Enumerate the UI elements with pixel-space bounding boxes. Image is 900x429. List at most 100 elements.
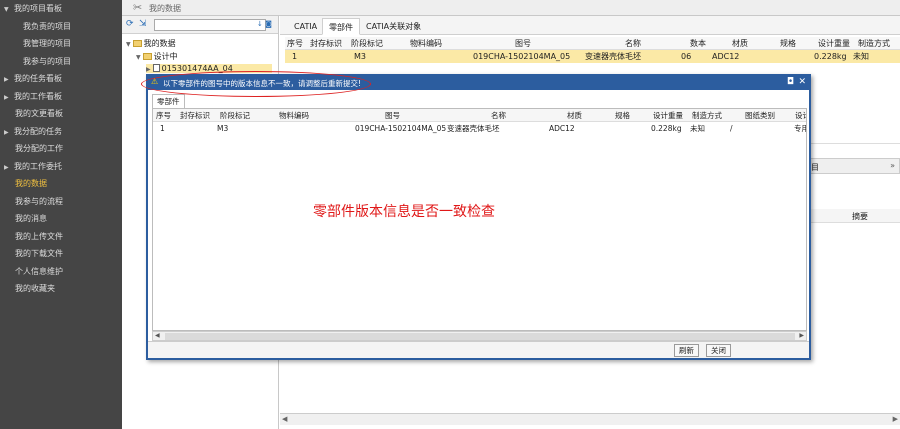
- sidebar-item-label: 我的消息: [15, 214, 47, 223]
- detail-column-header: 摘要: [808, 209, 900, 223]
- sidebar-item-label: 我的数据: [15, 179, 47, 188]
- sidebar-item-label: 我的工作委托: [14, 161, 62, 171]
- column-header[interactable]: 封存标识: [310, 37, 342, 50]
- column-header[interactable]: 材质: [567, 109, 582, 122]
- column-header[interactable]: 图号: [385, 109, 400, 122]
- scroll-right-icon[interactable]: ▶: [799, 332, 804, 339]
- sidebar-item-label: 我的收藏夹: [15, 284, 55, 293]
- page-title: 我的数据: [149, 4, 181, 13]
- sidebar-item[interactable]: 我的下载文件: [0, 245, 122, 263]
- column-header[interactable]: 序号: [287, 37, 303, 50]
- sidebar-item[interactable]: ▶ 我的工作委托: [0, 158, 122, 176]
- main-tabs: CATIA 零部件 CATIA关联对象: [280, 16, 900, 35]
- table-header: 序号 封存标识 阶段标记 物料编码 图号 名称 数本 材质 规格 设计重量 制造…: [285, 37, 900, 50]
- sidebar-item-label: 我的工作看板: [14, 91, 62, 101]
- chevron-double-down-icon[interactable]: »: [890, 161, 895, 170]
- tree-toggle-icon[interactable]: ▼: [136, 54, 141, 61]
- scrollbar-thumb[interactable]: [165, 333, 795, 340]
- column-header[interactable]: 名称: [491, 109, 506, 122]
- maximize-icon[interactable]: ◘: [787, 77, 794, 87]
- sidebar-item[interactable]: ▶ 我的工作看板: [0, 88, 122, 106]
- detail-panel-header[interactable]: 目 »: [808, 158, 900, 174]
- search-buttons[interactable]: ↓ ◙: [257, 20, 272, 28]
- chevron-right-icon[interactable]: ▶: [4, 71, 14, 88]
- column-header[interactable]: 设计: [795, 109, 806, 122]
- scroll-right-icon[interactable]: ▶: [893, 415, 898, 423]
- top-bar: ✂ 我的数据: [122, 0, 900, 16]
- tab-parts[interactable]: 零部件: [322, 18, 360, 35]
- column-header[interactable]: 设计重量: [818, 37, 850, 50]
- column-header[interactable]: 名称: [625, 37, 641, 50]
- tree-search-input[interactable]: [154, 19, 266, 31]
- column-header[interactable]: 阶段标记: [351, 37, 383, 50]
- sidebar-item[interactable]: 我负责的项目: [0, 18, 122, 36]
- close-icon[interactable]: ✕: [798, 77, 806, 87]
- horizontal-scrollbar[interactable]: ◀ ▶: [280, 413, 900, 425]
- sidebar-item[interactable]: 我管理的项目: [0, 35, 122, 53]
- column-header[interactable]: 物料编码: [279, 109, 309, 122]
- refresh-button[interactable]: 刷新: [674, 344, 699, 357]
- sidebar-item-label: 我管理的项目: [23, 39, 71, 48]
- tab-catia-related[interactable]: CATIA关联对象: [360, 18, 427, 35]
- table-row[interactable]: 1 M3 019CHA-1502104MA_05 变速器壳体毛坯 06 ADC1…: [285, 50, 900, 63]
- sidebar-item[interactable]: ▶ 我分配的任务: [0, 123, 122, 141]
- expand-icon[interactable]: ⇲: [139, 19, 149, 29]
- chevron-right-icon[interactable]: ▶: [4, 159, 14, 176]
- column-header[interactable]: 图号: [515, 37, 531, 50]
- sidebar-item[interactable]: 我的数据: [0, 175, 122, 193]
- sidebar-item[interactable]: ▶ 我的任务看板: [0, 70, 122, 88]
- sidebar-item[interactable]: 我的文更看板: [0, 105, 122, 123]
- sidebar-item[interactable]: 我的消息: [0, 210, 122, 228]
- sidebar-item[interactable]: 我的收藏夹: [0, 280, 122, 298]
- tree-toggle-icon[interactable]: ▶: [146, 66, 151, 73]
- scissors-icon: ✂: [133, 1, 143, 14]
- dialog-footer: 刷新 关闭: [148, 341, 809, 358]
- sidebar-item[interactable]: 我分配的工作: [0, 140, 122, 158]
- chevron-down-icon[interactable]: ▼: [4, 1, 14, 18]
- refresh-icon[interactable]: ⟳: [126, 19, 136, 29]
- column-header[interactable]: 制造方式: [858, 37, 890, 50]
- column-header[interactable]: 规格: [780, 37, 796, 50]
- column-header[interactable]: 封存标识: [180, 109, 210, 122]
- column-header[interactable]: 图纸类别: [745, 109, 775, 122]
- sidebar-item-label: 我参与的流程: [15, 196, 63, 206]
- sidebar-item-label: 我负责的项目: [23, 21, 71, 31]
- tree-node-my-data[interactable]: ▼ 我的数据: [126, 38, 176, 49]
- document-icon: [152, 64, 160, 72]
- column-header[interactable]: 物料编码: [410, 37, 442, 50]
- folder-icon: [132, 40, 142, 47]
- sidebar-item[interactable]: 个人信息维护: [0, 263, 122, 281]
- sidebar-item[interactable]: 我参与的流程: [0, 193, 122, 211]
- column-header[interactable]: 规格: [615, 109, 630, 122]
- sidebar-item-label: 我的文更看板: [15, 109, 63, 118]
- column-header[interactable]: 序号: [156, 109, 171, 122]
- tab-catia[interactable]: CATIA: [288, 18, 323, 35]
- sidebar-item[interactable]: ▼ 我的项目看板: [0, 0, 122, 18]
- scroll-left-icon[interactable]: ◀: [282, 415, 287, 423]
- table-row[interactable]: 1 M3 019CHA-1502104MA_05 变速器壳体毛坯 ADC12 0…: [153, 122, 806, 135]
- sidebar-item-label: 个人信息维护: [15, 266, 63, 276]
- column-header[interactable]: 制造方式: [692, 109, 722, 122]
- tree-toggle-icon[interactable]: ▼: [126, 41, 131, 48]
- sidebar-item[interactable]: 我的上传文件: [0, 228, 122, 246]
- sidebar-item-label: 我的上传文件: [15, 231, 63, 241]
- column-header[interactable]: 数本: [690, 37, 706, 50]
- scroll-left-icon[interactable]: ◀: [155, 332, 160, 339]
- table-header: 序号 封存标识 阶段标记 物料编码 图号 名称 材质 规格 设计重量 制造方式 …: [153, 109, 806, 122]
- tree-node-in-design[interactable]: ▼ 设计中: [136, 51, 178, 62]
- close-button[interactable]: 关闭: [706, 344, 731, 357]
- chevron-right-icon[interactable]: ▶: [4, 89, 14, 106]
- sidebar-item-label: 我分配的工作: [15, 144, 63, 153]
- chevron-right-icon[interactable]: ▶: [4, 124, 14, 141]
- tab-parts[interactable]: 零部件: [152, 94, 185, 108]
- tree-toolbar: ⟳ ⇲ ↓ ◙: [122, 16, 278, 34]
- left-sidebar: ▼ 我的项目看板 我负责的项目 我管理的项目 我参与的项目 ▶ 我的任务看板 ▶ 我的工作看板我…: [0, 0, 122, 429]
- sidebar-item-label: 我分配的任务: [14, 126, 62, 136]
- dialog-horizontal-scrollbar[interactable]: ◀ ▶: [152, 331, 807, 341]
- column-header[interactable]: 设计重量: [653, 109, 683, 122]
- sidebar-item[interactable]: 我参与的项目: [0, 53, 122, 71]
- column-header[interactable]: 阶段标记: [220, 109, 250, 122]
- column-header[interactable]: 材质: [732, 37, 748, 50]
- sidebar-item-label: 我的项目看板: [14, 4, 62, 13]
- sidebar-item-label: 我参与的项目: [23, 56, 71, 66]
